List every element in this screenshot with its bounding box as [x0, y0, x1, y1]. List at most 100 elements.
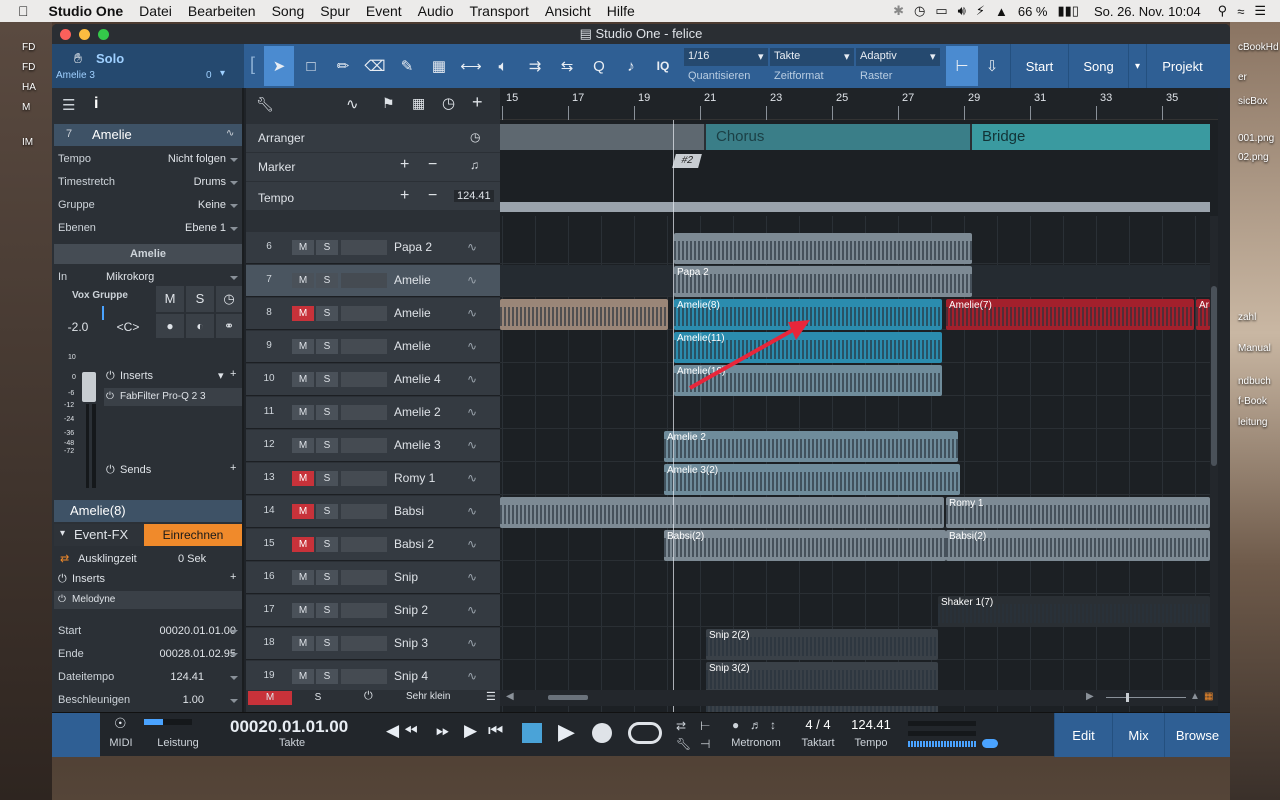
- solo-all-button[interactable]: S: [296, 691, 340, 705]
- desktop-icon-label[interactable]: sicBox: [1238, 96, 1267, 107]
- battery-icon[interactable]: ▮▮▯: [1052, 3, 1083, 19]
- track-color-slot[interactable]: [341, 504, 387, 519]
- audio-clip[interactable]: Snip 3(2): [706, 662, 938, 693]
- track-mute-button[interactable]: M: [292, 405, 314, 420]
- grid-icon[interactable]: ▦: [412, 95, 425, 112]
- tempo-lane[interactable]: [500, 202, 1210, 212]
- tail-value[interactable]: 0 Sek: [178, 553, 206, 565]
- link-icon[interactable]: ⚭: [216, 314, 242, 338]
- melodyne-label[interactable]: Melodyne: [72, 594, 115, 605]
- track-mute-button[interactable]: M: [292, 372, 314, 387]
- snap-select[interactable]: Adaptiv ▾: [856, 48, 940, 66]
- track-solo-button[interactable]: S: [316, 570, 338, 585]
- start-row[interactable]: Start 00020.01.01.00: [54, 620, 242, 642]
- track-color-slot[interactable]: [341, 537, 387, 552]
- battery-percent[interactable]: 66 %: [1013, 4, 1053, 19]
- row-value[interactable]: Nicht folgen: [136, 153, 242, 165]
- loop-button[interactable]: [628, 722, 662, 744]
- desktop-icon-label[interactable]: FD: [22, 62, 35, 73]
- track-name[interactable]: Amelie: [394, 339, 431, 353]
- track-color-slot[interactable]: [341, 570, 387, 585]
- track-size-select[interactable]: Sehr klein: [406, 691, 450, 702]
- scroll-right-icon[interactable]: ▶: [1086, 691, 1094, 702]
- rewind-icon[interactable]: ⏪︎: [404, 721, 418, 741]
- airplay-icon[interactable]: ▭: [930, 3, 952, 19]
- desktop-icon-label[interactable]: M: [22, 102, 30, 113]
- monitor-icon[interactable]: ◷: [216, 286, 242, 312]
- track-mute-button[interactable]: M: [292, 570, 314, 585]
- info-icon[interactable]: i: [94, 95, 98, 113]
- position-display[interactable]: 00020.01.01.00: [230, 717, 348, 737]
- arrange-view[interactable]: 15 17 19 21 23 25 27 29 31 33 35 Chorus Bridge #2 …: [500, 88, 1218, 726]
- incognito-icon[interactable]: ▲: [990, 4, 1013, 19]
- track-color-slot[interactable]: [341, 669, 387, 684]
- edit-view-button[interactable]: Edit: [1054, 713, 1112, 757]
- desktop-icon-label[interactable]: FD: [22, 42, 35, 53]
- audio-clip[interactable]: [674, 233, 972, 264]
- time-machine-icon[interactable]: ◷: [909, 3, 930, 19]
- track-name[interactable]: Snip 3: [394, 636, 428, 650]
- snap-to-grid-button[interactable]: ⊢: [946, 46, 978, 86]
- track-mute-button[interactable]: M: [292, 669, 314, 684]
- menu-audio[interactable]: Audio: [410, 3, 462, 19]
- power-icon[interactable]: ⏻: [58, 594, 66, 605]
- track-solo-button[interactable]: S: [316, 438, 338, 453]
- metronome-settings-icon[interactable]: ♬: [750, 718, 762, 732]
- track-color-slot[interactable]: [341, 273, 387, 288]
- track-solo-button[interactable]: S: [316, 273, 338, 288]
- flag-icon[interactable]: ⚑: [382, 95, 395, 112]
- track-color-slot[interactable]: [341, 240, 387, 255]
- timestretch-row[interactable]: Timestretch Drums: [54, 171, 242, 193]
- track-mute-button[interactable]: M: [292, 636, 314, 651]
- zoom-fit-icon[interactable]: ▦: [1204, 691, 1213, 702]
- marker-track-header[interactable]: Marker + − ♫: [246, 153, 500, 181]
- minimize-window-button[interactable]: [79, 29, 90, 40]
- track-name[interactable]: Babsi: [394, 504, 424, 518]
- add-icon[interactable]: +: [230, 368, 236, 380]
- track-header-12[interactable]: 12 M S Amelie 3 ∿: [246, 430, 500, 462]
- arrow-tool-button[interactable]: ➤: [264, 46, 294, 86]
- menu-bearbeiten[interactable]: Bearbeiten: [180, 3, 264, 19]
- track-lane[interactable]: [500, 562, 1210, 594]
- snap-tool-button[interactable]: ⇆: [552, 46, 582, 86]
- track-solo-button[interactable]: S: [316, 372, 338, 387]
- plugin-name[interactable]: FabFilter Pro-Q 2 3: [120, 391, 206, 402]
- track-name[interactable]: Amelie: [394, 273, 431, 287]
- track-name[interactable]: Papa 2: [394, 240, 432, 254]
- track-header-16[interactable]: 16 M S Snip ∿: [246, 562, 500, 594]
- mute-button[interactable]: M: [156, 286, 184, 312]
- track-header-11[interactable]: 11 M S Amelie 2 ∿: [246, 397, 500, 429]
- desktop-icon-label[interactable]: zahl: [1238, 312, 1256, 323]
- next-marker-icon[interactable]: ▶: [464, 721, 477, 741]
- melodyne-slot[interactable]: ⏻ Melodyne: [54, 591, 242, 609]
- mute-tool-button[interactable]: ▦: [424, 46, 454, 86]
- row-value[interactable]: 1.00: [136, 694, 242, 706]
- track-name[interactable]: Amelie 3: [394, 438, 441, 452]
- track-color-slot[interactable]: [341, 438, 387, 453]
- track-name[interactable]: Snip 2: [394, 603, 428, 617]
- desktop-icon-label[interactable]: ndbuch: [1238, 376, 1271, 387]
- scroll-left-icon[interactable]: ◀: [506, 691, 514, 702]
- groove-tool-button[interactable]: ♪: [616, 46, 646, 86]
- track-solo-button[interactable]: S: [316, 405, 338, 420]
- track-name[interactable]: Amelie: [92, 127, 132, 142]
- arranger-lane[interactable]: Chorus Bridge: [500, 124, 1210, 150]
- time-signature[interactable]: 4 / 4: [796, 717, 840, 732]
- audio-clip[interactable]: Babsi(2): [664, 530, 946, 561]
- tempo-display[interactable]: 124.41: [846, 717, 896, 732]
- vertical-scrollbar[interactable]: [1210, 216, 1218, 696]
- track-header-9[interactable]: 9 M S Amelie ∿: [246, 331, 500, 363]
- scrollbar-thumb[interactable]: [1211, 286, 1217, 466]
- menu-ansicht[interactable]: Ansicht: [537, 3, 599, 19]
- track-header-19[interactable]: 19 M S Snip 4 ∿: [246, 661, 500, 693]
- track-solo-button[interactable]: S: [316, 603, 338, 618]
- wifi-icon[interactable]: ≈: [1232, 4, 1249, 19]
- track-solo-button[interactable]: S: [316, 240, 338, 255]
- menu-event[interactable]: Event: [358, 3, 410, 19]
- desktop-icon-label[interactable]: f-Book: [1238, 396, 1267, 407]
- metronome-icon[interactable]: ●: [732, 718, 739, 732]
- track-header-13[interactable]: 13 M S Romy 1 ∿: [246, 463, 500, 495]
- track-solo-button[interactable]: S: [316, 504, 338, 519]
- bluetooth-icon[interactable]: ✱: [888, 3, 909, 19]
- range-tool-button[interactable]: □: [296, 46, 326, 86]
